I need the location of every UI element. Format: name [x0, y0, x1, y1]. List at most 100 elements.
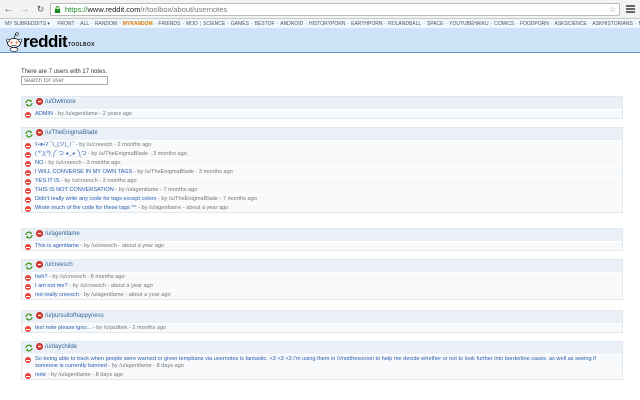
delete-note-icon[interactable]	[25, 357, 31, 363]
note-body: THIS IS NOT CONVERSATION	[35, 187, 114, 193]
usernotes-content: There are 7 users with 17 notes. /u/Owlm…	[0, 53, 640, 400]
note-row: Wrote much of the code for these tags ^^…	[22, 203, 622, 212]
delete-note-icon[interactable]	[25, 244, 31, 250]
delete-note-icon[interactable]	[25, 373, 31, 379]
user-link[interactable]: /u/agentlame	[45, 231, 80, 237]
refresh-icon[interactable]	[25, 130, 33, 138]
back-icon[interactable]: ←	[3, 4, 14, 15]
sr-separator: -	[182, 21, 185, 27]
refresh-icon[interactable]	[25, 262, 33, 270]
delete-user-icon[interactable]	[36, 98, 43, 105]
note-text: I WILL CONVERSE IN MY OWN TAGS - by /u/T…	[35, 169, 233, 176]
subreddit-link[interactable]: ASKSCIENCE	[555, 21, 587, 27]
subreddit-link[interactable]: COMICS	[494, 21, 514, 27]
subreddit-link[interactable]: HISTORYPORN	[309, 21, 346, 27]
user-notes-block: /u/TheEnigmaBlade ʕ•ᴥ•ʔ ¯\_(ツ)_/¯ - by /u…	[21, 127, 623, 213]
subreddit-link[interactable]: FRONT	[57, 21, 74, 27]
reddit-logo-text[interactable]: reddit	[23, 32, 68, 52]
note-row: NO - by /u/creesch - 3 months ago	[22, 158, 622, 167]
sr-separator: -	[119, 21, 121, 27]
subreddit-link[interactable]: ROLANDBALL	[388, 21, 421, 27]
my-subreddits-dropdown[interactable]: MY SUBREDDITS ▾	[5, 19, 50, 28]
note-row: So being able to track when people were …	[22, 354, 622, 370]
subreddit-link[interactable]: SPACE	[427, 21, 444, 27]
user-notes-block: /u/daychilde So being able to track when …	[21, 341, 623, 380]
browser-menu-icon[interactable]	[626, 5, 635, 14]
delete-note-icon[interactable]	[25, 293, 31, 299]
subreddit-link[interactable]: RANDOM	[95, 21, 117, 27]
lock-icon	[54, 6, 61, 13]
subreddit-link[interactable]: ASKHISTORIANS	[592, 21, 632, 27]
sr-separator: -	[227, 21, 229, 27]
note-meta: - by /u/agentlame - 7 months ago	[113, 187, 198, 193]
note-body: Wrote much of the code for these tags ^^	[35, 205, 137, 211]
sr-separator: -	[588, 21, 591, 27]
sr-separator: -	[347, 21, 350, 27]
delete-user-icon[interactable]	[36, 343, 43, 350]
user-header: /u/creesch	[22, 260, 622, 272]
delete-user-icon[interactable]	[36, 312, 43, 319]
delete-note-icon[interactable]	[25, 112, 31, 118]
reload-icon[interactable]: ↻	[35, 4, 46, 15]
delete-user-icon[interactable]	[36, 129, 43, 136]
user-header: /u/pursuitofhappyness	[22, 311, 622, 323]
user-link[interactable]: /u/Owlmore	[45, 99, 76, 105]
subreddit-link[interactable]: YOUTUBEHAIKU	[449, 21, 488, 27]
note-row: This is agentlame - by /u/creesch - abou…	[22, 241, 622, 250]
address-bar[interactable]: https://www.reddit.com/r/toolbox/about/u…	[50, 3, 620, 16]
refresh-icon[interactable]	[25, 231, 33, 239]
note-body: YES IT IS	[35, 178, 60, 184]
note-row: ʕ•ᴥ•ʔ ¯\_(ツ)_/¯ - by /u/creesch - 2 mont…	[22, 140, 622, 149]
user-link[interactable]: /u/daychilde	[45, 344, 77, 350]
note-meta: - by /u/agentlame - 8 days ago	[45, 372, 124, 378]
note-row: I am not me? - by /u/creesch - about a y…	[22, 281, 622, 290]
usernotes-summary: There are 7 users with 17 notes.	[21, 69, 108, 75]
sr-separator: -	[91, 21, 93, 27]
sr-separator: |	[199, 21, 201, 27]
note-meta: - by /u/creesch - about a year ago	[78, 243, 165, 249]
note-row: YES IT IS - by /u/creesch - 3 months ago	[22, 176, 622, 185]
sr-separator: -	[154, 21, 157, 27]
delete-user-icon[interactable]	[36, 261, 43, 268]
refresh-icon[interactable]	[25, 313, 33, 321]
refresh-icon[interactable]	[25, 344, 33, 352]
subreddit-link[interactable]: EARTHPORN	[351, 21, 382, 27]
user-link[interactable]: /u/creesch	[45, 262, 73, 268]
reddit-alien-icon[interactable]	[5, 30, 23, 52]
subreddit-link[interactable]: MYRANDOM	[123, 21, 153, 27]
note-meta: - by /u/agentlame - about a year ago	[136, 205, 229, 211]
subreddit-link[interactable]: BESTOF	[255, 21, 275, 27]
note-text: ( ͡° ͜ʖ ͡°) ༼ つ ◕_◕ ༽つ - by /u/TheEnigma…	[35, 151, 187, 158]
note-row: heh? - by /u/creesch - 8 months ago	[22, 272, 622, 281]
subreddit-link[interactable]: FRIENDS	[158, 21, 180, 27]
subreddit-link[interactable]: ANDROID	[280, 21, 303, 27]
refresh-icon[interactable]	[25, 99, 33, 107]
user-link[interactable]: /u/pursuitofhappyness	[45, 313, 104, 319]
note-meta: - by /u/agentlame - about a year ago	[78, 292, 171, 298]
page-name[interactable]: TOOLBOX	[68, 42, 95, 48]
forward-icon[interactable]: →	[19, 4, 30, 15]
note-body: heh?	[35, 274, 48, 280]
delete-note-icon[interactable]	[25, 326, 31, 332]
delete-user-icon[interactable]	[36, 230, 43, 237]
note-row: ADMIN - by /u/agentlame - 2 years ago	[22, 109, 622, 118]
bookmark-star-icon[interactable]: ☆	[609, 4, 616, 15]
user-link[interactable]: /u/TheEnigmaBlade	[45, 130, 98, 136]
delete-note-icon[interactable]	[25, 206, 31, 212]
user-notes-block: /u/Owlmore ADMIN - by /u/agentlame - 2 ye…	[21, 96, 623, 119]
reddit-header: reddit TOOLBOX	[0, 29, 640, 53]
note-body: ADMIN	[35, 111, 54, 117]
note-meta: - by /u/creesch - about a year ago	[67, 283, 153, 289]
subreddit-link[interactable]: MOD	[186, 21, 198, 27]
sr-separator: -	[276, 21, 279, 27]
note-text: NO - by /u/creesch - 3 months ago	[35, 160, 121, 167]
note-row: I WILL CONVERSE IN MY OWN TAGS - by /u/T…	[22, 167, 622, 176]
subreddit-link[interactable]: SCIENCE	[203, 21, 225, 27]
note-text: Wrote much of the code for these tags ^^…	[35, 205, 228, 212]
user-header: /u/daychilde	[22, 342, 622, 354]
subreddit-link[interactable]: ALL	[80, 21, 89, 27]
subreddit-link[interactable]: FOODPORN	[520, 21, 549, 27]
subreddit-link[interactable]: GAMES	[231, 21, 249, 27]
user-search-input[interactable]	[21, 76, 108, 85]
note-body: note	[35, 372, 46, 378]
